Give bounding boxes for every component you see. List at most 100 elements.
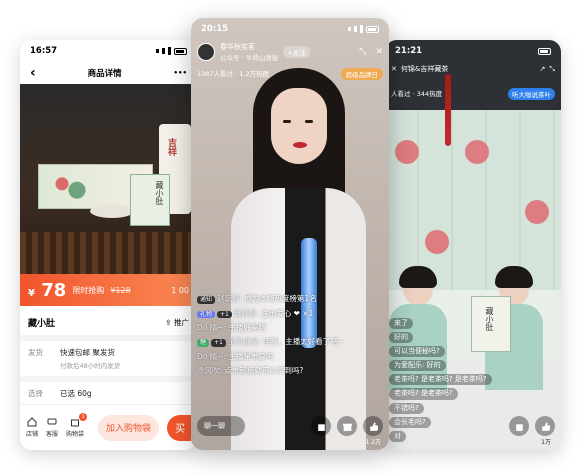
follow-button[interactable]: +关注: [283, 46, 310, 58]
rank-pill[interactable]: 超级品牌日: [340, 68, 383, 80]
shop-button[interactable]: 店铺: [26, 417, 38, 438]
countdown: 1 00: [171, 285, 189, 295]
like-button[interactable]: [363, 416, 383, 436]
chat-list: 通知 赵玩好: 成为本场热度榜第1名 礼物 +1 玩好好: 送出爱心 ❤ ×1 Do …: [197, 294, 347, 376]
battery-icon: [538, 47, 551, 55]
ship-sub: 付款后48小时内发货: [60, 362, 121, 370]
shopping-bag-button[interactable]: [509, 416, 529, 436]
close-icon[interactable]: ✕: [375, 47, 383, 57]
streamer-name: 春华秋实茗: [220, 43, 255, 51]
chat-message: 冷风吹: 点击链接就可以买到吗?: [197, 366, 347, 375]
chat-input[interactable]: 聊一聊: [197, 416, 245, 436]
live-room-phone-2: 藏小肚 21:21 ✕ 何锦&吉祥藏茶 ↗ ⤡ 人看过 · 344热度 听大咖说…: [385, 40, 561, 450]
chat-message: Do 晴~: 主播是单身吗: [197, 352, 347, 361]
live-video: [191, 18, 389, 450]
topic-pill[interactable]: 听大咖说茶叶: [508, 88, 555, 100]
viewer-count: 1387人看过 · 1.2万热度: [197, 70, 270, 78]
cart-button[interactable]: 1 购物袋: [66, 413, 88, 438]
room-info: 人看过 · 344热度 听大咖说茶叶: [391, 88, 555, 100]
shopping-bag-button[interactable]: [311, 416, 331, 436]
product-detail-phone: 16:57 ‹ 商品详情 ••• 吉祥 藏小肚 ¥ 78 限时抢购 ¥128 1…: [20, 40, 197, 450]
product-name: 藏小肚: [28, 319, 56, 329]
chat-message: 为爱配乐: 好的: [389, 360, 446, 372]
service-button[interactable]: 客服: [46, 417, 58, 438]
cart-badge: 1: [79, 413, 88, 421]
room-info: 1387人看过 · 1.2万热度 超级品牌日: [197, 68, 383, 80]
chat-message: 不错吗?: [389, 402, 424, 414]
message-text: 主播好美哦: [228, 323, 266, 332]
chat-icon: [47, 418, 57, 425]
select-key: 选择: [28, 389, 43, 398]
message-user: 玩好好:: [233, 308, 259, 318]
chat-message: Do 晴~: 主播好美哦: [197, 323, 347, 332]
minimize-icon[interactable]: ⤡: [549, 65, 555, 74]
streamer: [231, 68, 366, 450]
message-user: 宝贝说说:: [227, 337, 261, 347]
chat-message: 老茶吗? 是老茶吗? 是老茶吗?: [389, 374, 492, 386]
shipping-row[interactable]: 发货 快速包邮 聚发货 付款后48小时内发货: [20, 341, 197, 376]
status-bar: 16:57: [20, 40, 197, 62]
promo-label: 推广: [174, 318, 189, 327]
chat-message: 老茶吗? 是老茶吗?: [389, 388, 458, 400]
close-icon[interactable]: ✕: [391, 65, 397, 73]
nav-bar: ‹ 商品详情 •••: [20, 62, 197, 84]
message-level: +1: [211, 339, 226, 347]
status-bar: 20:15: [191, 18, 389, 40]
share-icon[interactable]: ↗: [540, 65, 546, 73]
ship-key: 发货: [28, 348, 43, 357]
add-to-cart-button[interactable]: 加入购物袋: [98, 414, 160, 441]
ship-value: 快速包邮 聚发货: [60, 348, 115, 357]
status-time: 21:21: [395, 46, 423, 56]
message-tag: 通知: [197, 296, 216, 304]
battery-icon: [366, 25, 379, 33]
bag-icon: [317, 423, 325, 431]
live-room-phone-1: 20:15 春华秋实茗 公众号 · 牛背山清屋 +关注 ⤡ ✕ 1387人看过 …: [191, 18, 389, 450]
message-text: 点击链接就可以买到吗?: [224, 366, 304, 376]
promo-button[interactable]: ⇪ 推广: [165, 317, 189, 328]
status-bar: 21:21: [385, 40, 561, 62]
room-header: ✕ 何锦&吉祥藏茶 ↗ ⤡: [391, 64, 555, 74]
shop-label: 店铺: [26, 431, 39, 438]
message-text: 成为本场热度榜第1名: [244, 294, 317, 303]
page-title: 商品详情: [87, 69, 122, 79]
product-image[interactable]: 吉祥 藏小肚: [20, 84, 197, 274]
chat-message: 通知 赵玩好: 成为本场热度榜第1名: [197, 294, 347, 304]
buy-button[interactable]: 买: [167, 414, 194, 441]
message-user: 赵玩好:: [217, 294, 243, 303]
room-title: 何锦&吉祥藏茶: [400, 65, 449, 73]
back-icon[interactable]: ‹: [30, 65, 36, 81]
tea-cup: [90, 204, 134, 218]
product-wall: [385, 100, 561, 290]
price-symbol: ¥: [28, 287, 35, 299]
status-time: 16:57: [30, 46, 58, 56]
thumbs-up-icon: [369, 421, 378, 431]
like-button[interactable]: [535, 416, 555, 436]
viewer-count: 人看过 · 344热度: [391, 90, 443, 98]
chat-message: 好的: [389, 332, 413, 344]
select-row[interactable]: 选择 已选 60g: [20, 382, 197, 405]
home-icon: [27, 417, 37, 427]
chat-message: 来了: [389, 318, 413, 330]
message-text: 哇哦，主播太好看了吧~: [262, 337, 345, 347]
bottom-action-bar: 店铺 客服 1 购物袋 加入购物袋 买: [20, 404, 197, 450]
message-user: 冷风吹:: [197, 366, 223, 376]
action-bar: 聊一聊: [197, 416, 383, 436]
more-icon[interactable]: •••: [174, 69, 187, 77]
like-count: 1万: [541, 439, 551, 446]
cart-label: 购物袋: [66, 431, 85, 438]
tassel-decoration: [445, 74, 451, 146]
minimize-icon[interactable]: ⤡: [359, 47, 366, 57]
tin-label: 藏小肚: [155, 181, 164, 205]
chat-message: 可以当便秘吗?: [389, 346, 445, 358]
chat-message: 礼物 +1 玩好好: 送出爱心 ❤ ×1: [197, 308, 347, 318]
message-text: 送出爱心 ❤ ×1: [261, 308, 314, 318]
chat-message: 糖 +1 宝贝说说: 哇哦，主播太好看了吧~: [197, 337, 347, 347]
gift-button[interactable]: [337, 416, 357, 436]
action-bar: [391, 416, 555, 436]
message-user: Do 晴~:: [197, 323, 227, 332]
message-text: 主播是单身吗: [228, 351, 274, 361]
battery-icon: [174, 47, 187, 55]
avatar[interactable]: [197, 43, 215, 61]
select-value: 已选 60g: [60, 389, 92, 398]
service-label: 客服: [46, 431, 59, 438]
